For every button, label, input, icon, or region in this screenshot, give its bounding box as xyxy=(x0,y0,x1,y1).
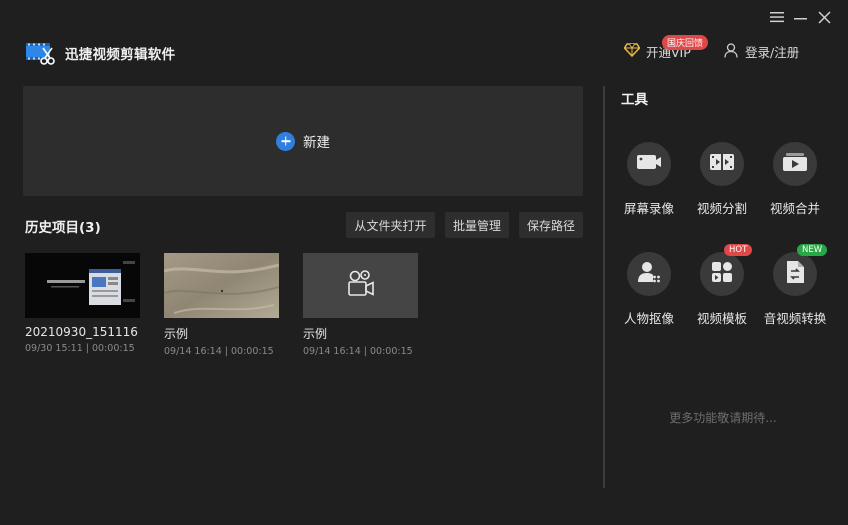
history-title: 历史项目(3) xyxy=(25,220,101,236)
tools-title: 工具 xyxy=(621,92,648,108)
av-convert-icon xyxy=(785,260,805,288)
history-item[interactable]: 示例 09/14 16:14 | 00:00:15 xyxy=(303,253,418,357)
tool-person-cutout[interactable]: 人物抠像 xyxy=(609,252,689,327)
more-features-text: 更多功能敬请期待... xyxy=(669,411,777,425)
plus-icon xyxy=(276,131,295,151)
login-button[interactable]: 登录/注册 xyxy=(724,42,799,61)
app-logo xyxy=(25,40,55,66)
tool-label: 视频合并 xyxy=(769,201,820,216)
user-icon xyxy=(724,42,738,61)
hamburger-menu-icon[interactable] xyxy=(768,8,786,26)
history-thumbnail xyxy=(164,253,279,318)
person-cutout-icon xyxy=(637,260,661,288)
history-item-name: 示例 xyxy=(303,327,328,341)
history-thumbnail xyxy=(25,253,140,318)
screen-record-icon xyxy=(636,153,662,175)
history-item-meta: 09/30 15:11 | 00:00:15 xyxy=(25,343,135,354)
new-project-label: 新建 xyxy=(303,135,330,151)
tool-label: 音视频转换 xyxy=(763,311,827,326)
video-camera-icon xyxy=(346,269,376,303)
login-label: 登录/注册 xyxy=(745,45,800,60)
promo-badge: 国庆回馈 xyxy=(662,35,709,50)
video-template-icon xyxy=(711,261,733,287)
minimize-icon[interactable] xyxy=(792,8,810,26)
tool-screen-record[interactable]: 屏幕录像 xyxy=(609,142,689,217)
save-path-button[interactable]: 保存路径 xyxy=(519,212,583,238)
diamond-icon xyxy=(623,43,641,60)
panel-divider xyxy=(603,86,605,488)
close-icon[interactable] xyxy=(815,8,833,26)
history-item-name: 示例 xyxy=(164,327,189,341)
tool-label: 视频分割 xyxy=(696,201,747,216)
app-title: 迅捷视频剪辑软件 xyxy=(65,47,176,63)
new-badge: NEW xyxy=(797,244,828,256)
history-item-name: 20210930_151116 xyxy=(25,325,138,339)
tool-label: 视频模板 xyxy=(696,311,747,326)
video-merge-icon xyxy=(782,152,808,176)
tool-av-convert[interactable]: NEW 音视频转换 xyxy=(755,244,835,327)
history-item[interactable]: 示例 09/14 16:14 | 00:00:15 xyxy=(164,253,279,357)
tool-label: 人物抠像 xyxy=(623,311,674,326)
tool-video-split[interactable]: 视频分割 xyxy=(682,142,762,217)
hot-badge: HOT xyxy=(724,244,753,256)
video-split-icon xyxy=(709,152,735,176)
tool-label: 屏幕录像 xyxy=(623,201,674,216)
history-thumbnail xyxy=(303,253,418,318)
batch-manage-button[interactable]: 批量管理 xyxy=(445,212,509,238)
new-project-button[interactable]: 新建 xyxy=(23,86,583,196)
tool-video-template[interactable]: HOT 视频模板 xyxy=(682,244,762,327)
open-folder-button[interactable]: 从文件夹打开 xyxy=(346,212,435,238)
history-item-meta: 09/14 16:14 | 00:00:15 xyxy=(164,346,274,357)
history-item[interactable]: 20210930_151116 09/30 15:11 | 00:00:15 xyxy=(25,253,140,354)
tool-video-merge[interactable]: 视频合并 xyxy=(755,142,835,217)
history-item-meta: 09/14 16:14 | 00:00:15 xyxy=(303,346,413,357)
